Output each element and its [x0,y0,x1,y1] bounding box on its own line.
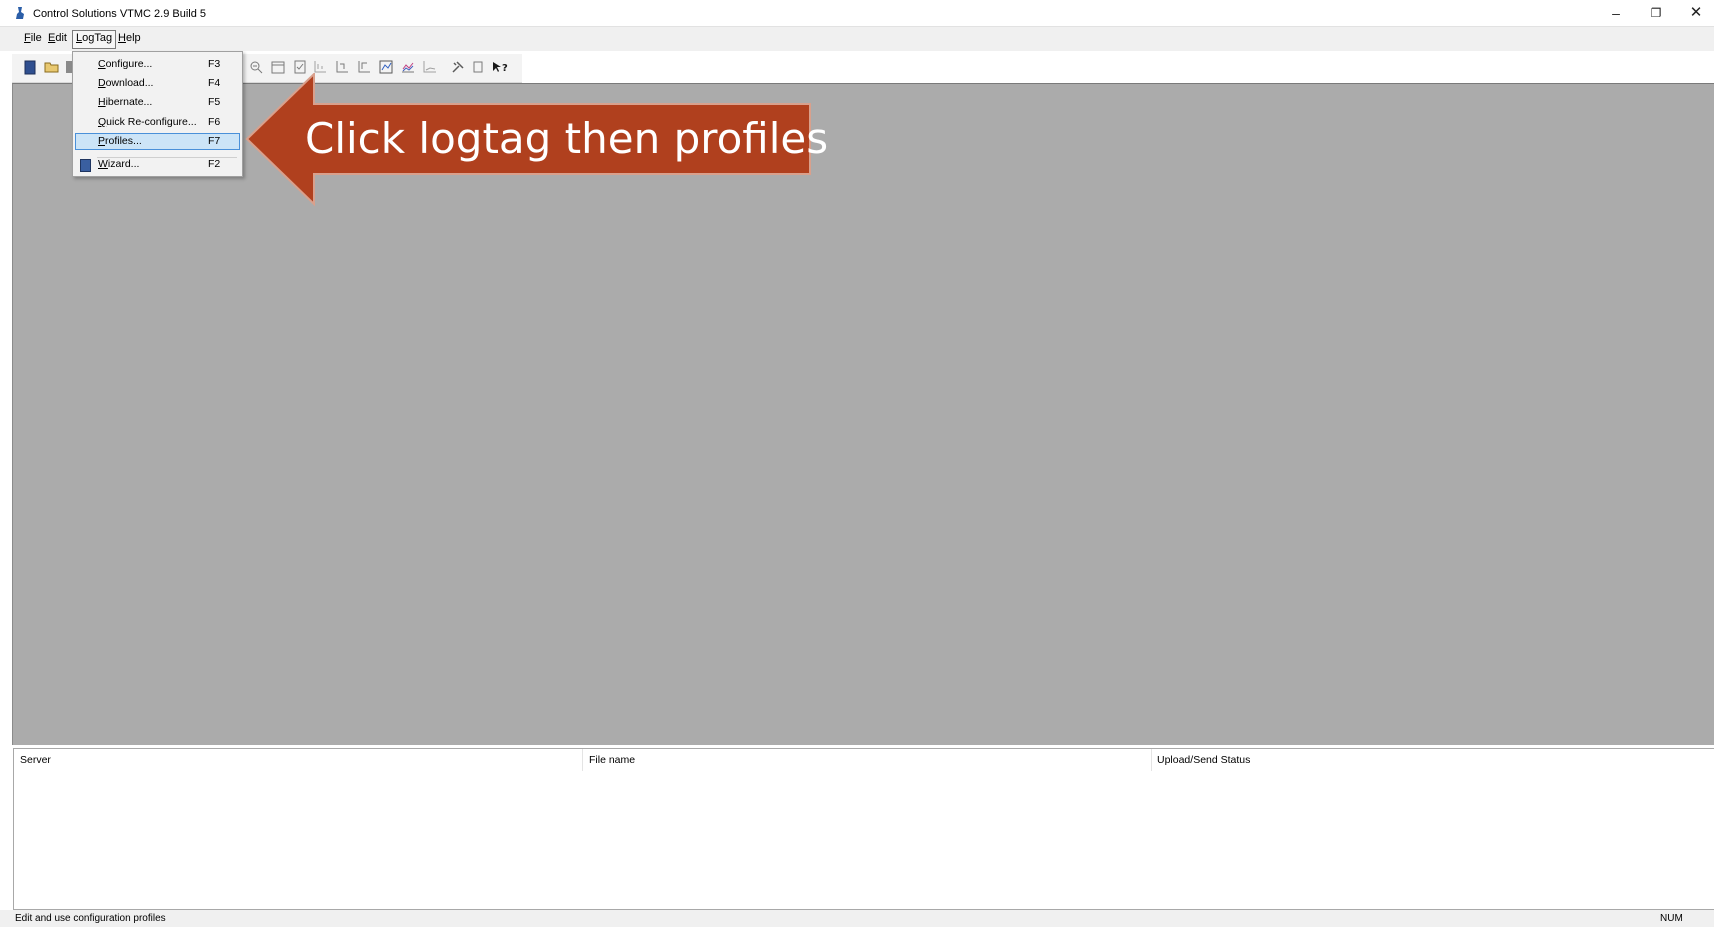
close-button[interactable]: ✕ [1676,0,1714,26]
upload-panel: Server File name Upload/Send Status [13,748,1714,910]
menu-item-shortcut: F7 [208,135,221,147]
num-lock-indicator: NUM [1660,913,1683,924]
menu-item-label: Configure... [98,58,153,70]
title-bar: Control Solutions VTMC 2.9 Build 5 – ❐ ✕ [0,0,1714,27]
status-bar: Edit and use configuration profiles NUM [0,910,1714,927]
menu-item-label: Wizard... [98,158,140,170]
menu-item-download[interactable]: Download... F4 [75,75,238,92]
menu-item-label: Quick Re-configure... [98,116,197,128]
restore-button[interactable]: ❐ [1636,0,1676,26]
menu-item-quick-reconfigure[interactable]: Quick Re-configure... F6 [75,114,238,131]
menu-item-configure[interactable]: Configure... F3 [75,56,238,73]
column-header-upload-status[interactable]: Upload/Send Status [1151,749,1707,771]
menu-item-wizard[interactable]: Wizard... F2 [75,156,238,173]
menu-help[interactable]: Help [115,30,144,47]
menu-item-hibernate[interactable]: Hibernate... F5 [75,94,238,111]
menu-edit[interactable]: Edit [45,30,70,47]
callout-text: Click logtag then profiles [305,114,829,163]
open-folder-icon[interactable] [44,60,60,76]
menu-item-shortcut: F6 [208,116,221,128]
menu-item-shortcut: F5 [208,96,221,108]
menu-file[interactable]: File [21,30,45,47]
status-message: Edit and use configuration profiles [15,913,166,924]
column-header-file-name[interactable]: File name [583,749,1152,771]
wizard-icon [80,159,91,172]
menu-item-shortcut: F4 [208,77,221,89]
menu-item-shortcut: F3 [208,58,221,70]
window-title: Control Solutions VTMC 2.9 Build 5 [33,8,207,20]
menu-bar: File Edit LogTag Help [0,27,1714,51]
menu-item-profiles[interactable]: Profiles... F7 [75,133,240,150]
menu-item-label: Hibernate... [98,96,153,108]
minimize-button[interactable]: – [1596,0,1636,26]
app-logo-icon [16,7,24,19]
logtag-dropdown-menu: Configure... F3 Download... F4 Hibernate… [72,51,243,177]
menu-item-shortcut: F2 [208,158,221,170]
menu-logtag[interactable]: LogTag [72,30,117,49]
new-file-icon[interactable] [22,60,38,76]
menu-item-label: Download... [98,77,154,89]
menu-item-label: Profiles... [98,135,142,147]
column-header-server[interactable]: Server [14,749,583,771]
